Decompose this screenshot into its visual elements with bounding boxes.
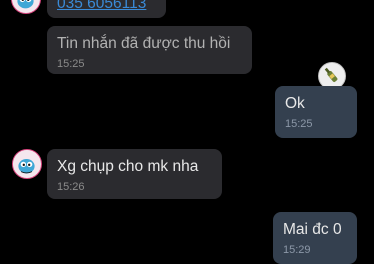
bottle-avatar-icon [319, 63, 344, 88]
message-time: 15:29 [283, 244, 311, 256]
message-bubble-incoming[interactable]: Xg chụp cho mk nha 15:26 [47, 149, 222, 199]
message-time: 15:25 [285, 118, 313, 130]
chat-screen: { "messages": [ { "side": "incoming", "l… [0, 0, 374, 264]
contact-avatar[interactable] [12, 149, 42, 179]
message-text: Xg chụp cho mk nha [57, 158, 199, 175]
message-bubble-outgoing[interactable]: Ok 15:25 [275, 86, 357, 138]
message-time: 15:25 [57, 58, 85, 70]
cartoon-cat-avatar-icon [13, 150, 40, 177]
message-text: Mai đc 0 [283, 221, 342, 238]
cartoon-cat-avatar-icon [12, 0, 39, 12]
contact-avatar[interactable] [11, 0, 41, 14]
recalled-message-text: Tin nhắn đã được thu hồi [57, 35, 231, 52]
message-time: 15:26 [57, 181, 85, 193]
message-bubble-outgoing[interactable]: Mai đc 0 15:29 [273, 212, 357, 264]
message-text: Ok [285, 95, 305, 112]
message-bubble-incoming[interactable]: Tin nhắn đã được thu hồi 15:25 [47, 26, 252, 74]
phone-number-link[interactable]: 035 6056113 [57, 0, 156, 14]
message-bubble-incoming[interactable]: 035 6056113 [47, 0, 166, 18]
